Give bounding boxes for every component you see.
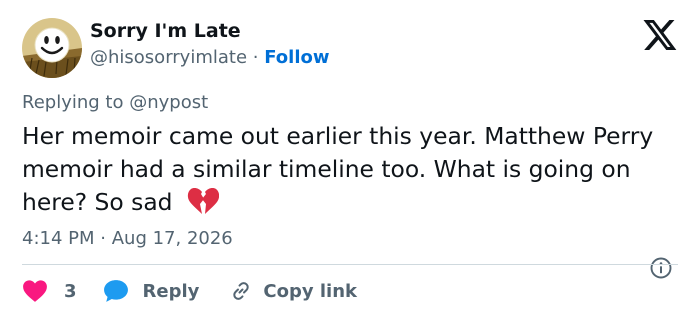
handle-separator: · bbox=[252, 47, 259, 68]
smiley-avatar-icon bbox=[22, 18, 82, 78]
x-logo-icon[interactable] bbox=[643, 20, 677, 50]
broken-heart-icon bbox=[187, 187, 219, 224]
reply-label: Reply bbox=[142, 280, 200, 302]
like-button[interactable]: 3 bbox=[22, 279, 77, 303]
tweet-time[interactable]: 4:14 PM bbox=[22, 228, 95, 249]
tweet-timestamp: 4:14 PM · Aug 17, 2026 bbox=[22, 228, 233, 249]
heart-icon bbox=[23, 280, 47, 302]
avatar[interactable] bbox=[22, 18, 82, 78]
tweet-text: Her memoir came out earlier this year. M… bbox=[22, 122, 654, 216]
reply-button[interactable]: Reply bbox=[103, 279, 200, 303]
tweet-text-container: Her memoir came out earlier this year. M… bbox=[22, 120, 662, 224]
replying-to-line: Replying to @nypost bbox=[22, 92, 208, 113]
copy-link-button[interactable]: Copy link bbox=[229, 279, 357, 303]
link-icon bbox=[233, 282, 250, 300]
like-count: 3 bbox=[64, 280, 77, 302]
info-icon[interactable] bbox=[649, 256, 673, 280]
reply-bubble-icon bbox=[103, 280, 128, 302]
tweet-date[interactable]: Aug 17, 2026 bbox=[112, 228, 233, 249]
follow-button[interactable]: Follow bbox=[264, 47, 329, 68]
user-handle[interactable]: @hisosorryimlate bbox=[90, 47, 247, 68]
copy-link-label: Copy link bbox=[263, 280, 357, 302]
replying-to-prefix: Replying to bbox=[22, 92, 124, 113]
divider bbox=[22, 264, 678, 265]
display-name[interactable]: Sorry I'm Late bbox=[90, 20, 241, 42]
action-bar: 3 Reply Copy link bbox=[22, 277, 357, 305]
timestamp-separator: · bbox=[100, 228, 106, 249]
reply-target-handle[interactable]: @nypost bbox=[129, 92, 208, 113]
handle-line: @hisosorryimlate · Follow bbox=[90, 47, 330, 68]
